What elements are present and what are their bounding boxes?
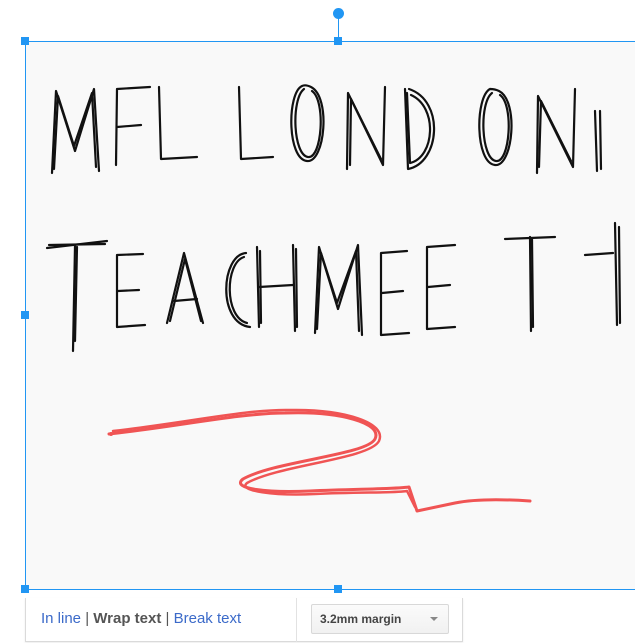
selection-border-bottom xyxy=(25,589,635,590)
chevron-down-icon xyxy=(430,617,438,621)
image-wrap-toolbar: In line | Wrap text | Break text 3.2mm m… xyxy=(25,598,463,642)
margin-dropdown[interactable]: 3.2mm margin xyxy=(311,604,449,634)
wrap-options: In line | Wrap text | Break text xyxy=(41,598,241,642)
resize-handle-top-left[interactable] xyxy=(21,37,29,45)
selection-border-top xyxy=(25,41,635,42)
resize-handle-middle-left[interactable] xyxy=(21,311,29,319)
wrap-text-option[interactable]: Wrap text xyxy=(93,610,161,627)
resize-handle-bottom-left[interactable] xyxy=(21,585,29,593)
editor-canvas: In line | Wrap text | Break text 3.2mm m… xyxy=(0,0,635,643)
separator: | xyxy=(165,610,174,627)
rotation-handle[interactable] xyxy=(333,8,344,19)
resize-handle-bottom-center[interactable] xyxy=(334,585,342,593)
break-text-option[interactable]: Break text xyxy=(174,610,242,627)
drawing-image[interactable] xyxy=(25,41,635,589)
margin-dropdown-label: 3.2mm margin xyxy=(320,612,402,626)
resize-handle-top-center[interactable] xyxy=(334,37,342,45)
toolbar-divider xyxy=(296,598,297,642)
handwriting-sketch xyxy=(45,84,622,513)
in-line-option[interactable]: In line xyxy=(41,610,81,627)
